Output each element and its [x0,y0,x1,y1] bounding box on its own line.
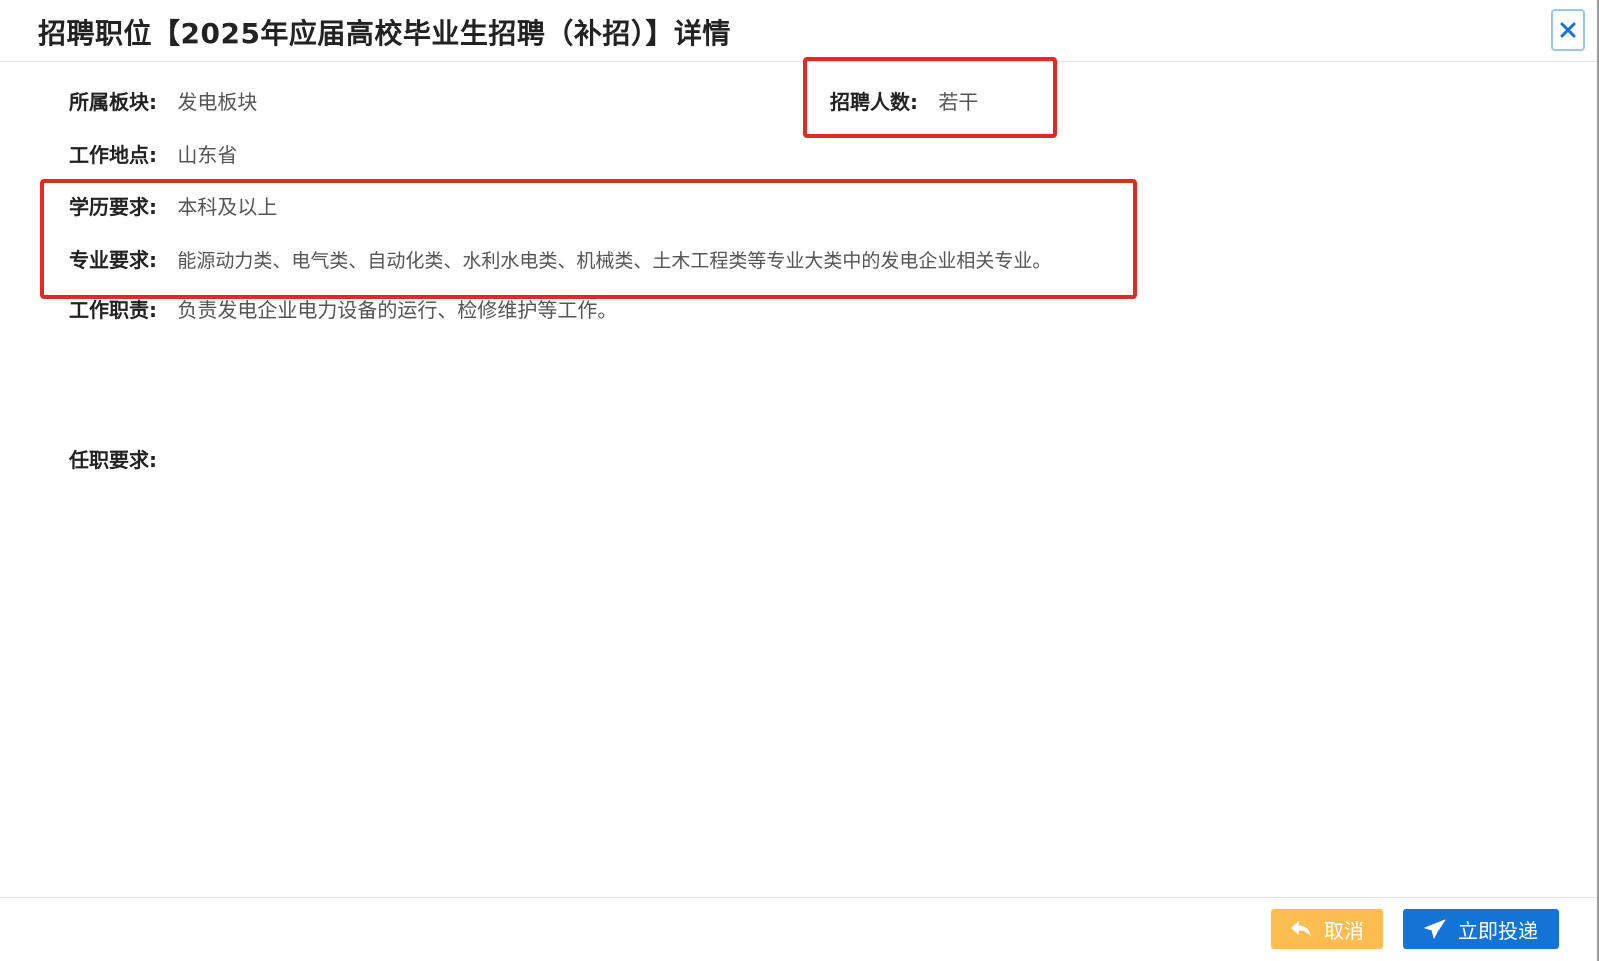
field-sector-value: 发电板块 [177,90,258,114]
reply-arrow-icon [1290,920,1312,938]
submit-button-label: 立即投递 [1458,918,1538,943]
field-location-value: 山东省 [177,143,238,167]
close-button[interactable] [1551,9,1585,51]
field-sector-label: 所属板块: [69,90,157,114]
dialog-header: 招聘职位【2025年应届高校毕业生招聘（补招）】详情 [0,0,1597,62]
cancel-button-label: 取消 [1324,918,1364,943]
job-detail-dialog: 招聘职位【2025年应届高校毕业生招聘（补招）】详情 所属板块: 发电板块 招聘… [0,0,1599,961]
field-requirements: 任职要求: [69,444,177,473]
highlight-box-headcount [803,57,1057,138]
close-icon [1559,21,1577,39]
dialog-title: 招聘职位【2025年应届高校毕业生招聘（补招）】详情 [38,17,731,50]
highlight-box-education-major [40,179,1137,299]
field-requirements-label: 任职要求: [69,448,157,472]
field-location: 工作地点: 山东省 [69,139,237,168]
field-sector: 所属板块: 发电板块 [69,86,257,115]
cancel-button[interactable]: 取消 [1271,909,1383,949]
submit-application-button[interactable]: 立即投递 [1403,909,1559,949]
paper-plane-icon [1424,919,1446,939]
dialog-footer: 取消 立即投递 [0,897,1597,961]
field-location-label: 工作地点: [69,143,157,167]
